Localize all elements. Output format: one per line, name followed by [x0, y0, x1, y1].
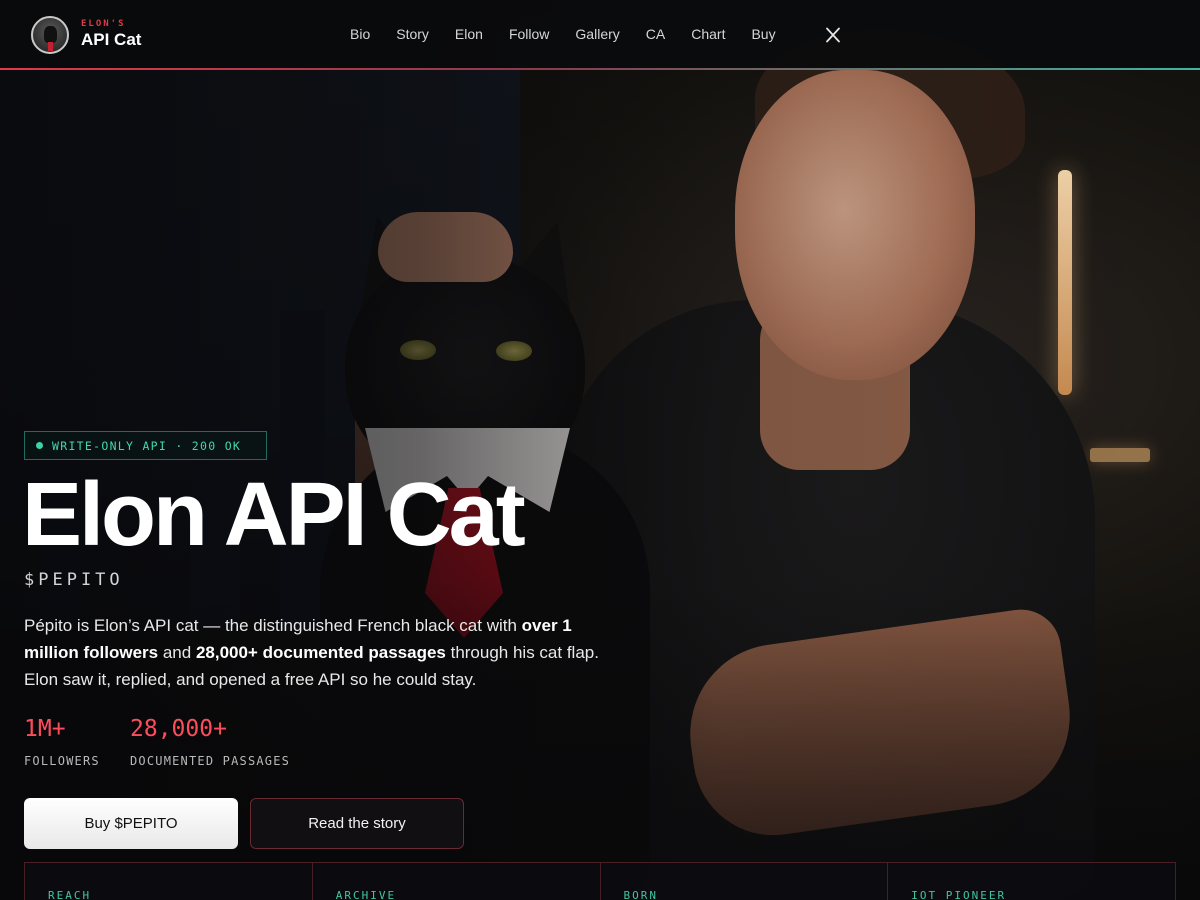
hero-description: Pépito is Elon’s API cat — the distingui… [24, 616, 599, 689]
status-badge: WRITE-ONLY API · 200 OK [24, 431, 267, 460]
card-born-label: BORN [623, 889, 658, 900]
card-archive-label: ARCHIVE [335, 889, 397, 900]
card-iot-pioneer: IOT PIONEER [888, 863, 1175, 900]
nav-link-gallery[interactable]: Gallery [575, 26, 619, 42]
logo-kicker: ELON'S [81, 19, 126, 29]
card-reach: REACH [25, 863, 313, 900]
nav-link-bio[interactable]: Bio [350, 26, 370, 42]
ticker-symbol: $PEPITO [24, 570, 124, 590]
nav-gradient-divider [0, 68, 1200, 70]
stat-followers-value: 1M+ [24, 716, 66, 742]
stat-followers-label: FOLLOWERS [24, 754, 100, 768]
buy-pepito-button[interactable]: Buy $PEPITO [24, 798, 238, 849]
logo-title[interactable]: API Cat [81, 30, 141, 50]
nav-link-buy[interactable]: Buy [751, 26, 775, 42]
card-archive: ARCHIVE [313, 863, 601, 900]
stat-passages-label: DOCUMENTED PASSAGES [130, 754, 291, 768]
x-icon[interactable] [825, 27, 841, 43]
stat-passages-value: 28,000+ [130, 716, 227, 742]
card-born: BORN [601, 863, 889, 900]
logo-cat-avatar[interactable] [31, 16, 69, 54]
nav-link-ca[interactable]: CA [646, 26, 665, 42]
read-story-button[interactable]: Read the story [250, 798, 464, 849]
nav-link-story[interactable]: Story [396, 26, 429, 42]
status-dot-icon [36, 442, 43, 449]
info-cards: REACH ARCHIVE BORN IOT PIONEER [24, 862, 1176, 900]
nav-link-follow[interactable]: Follow [509, 26, 549, 42]
passages-highlight: 28,000+ documented passages [195, 643, 446, 662]
card-iot-pioneer-label: IOT PIONEER [911, 889, 1007, 900]
nav-link-chart[interactable]: Chart [691, 26, 725, 42]
card-reach-label: REACH [48, 889, 92, 900]
nav-link-elon[interactable]: Elon [455, 26, 483, 42]
nav-links: Bio Story Elon Follow Gallery CA Chart B… [350, 26, 802, 42]
hero-title: Elon API Cat [22, 465, 526, 565]
status-badge-text: WRITE-ONLY API · 200 OK [52, 438, 242, 453]
top-nav: ELON'S API Cat Bio Story Elon Follow Gal… [0, 0, 1200, 70]
